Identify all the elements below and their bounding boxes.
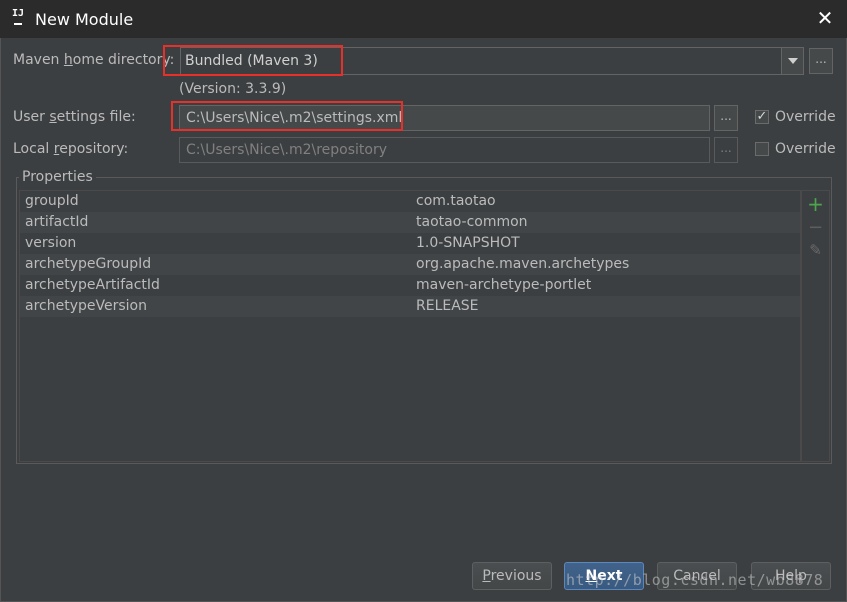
- user-settings-override-checkbox[interactable]: ✓: [755, 110, 769, 124]
- local-repo-browse-button[interactable]: ...: [714, 137, 738, 163]
- property-value: 1.0-SNAPSHOT: [416, 235, 520, 251]
- table-row[interactable]: archetypeVersion RELEASE: [20, 296, 800, 317]
- maven-home-label-mnemonic: h: [63, 52, 73, 68]
- app-icon-text: IJ: [12, 8, 25, 19]
- property-value: RELEASE: [416, 298, 479, 314]
- remove-icon[interactable]: −: [802, 217, 829, 241]
- property-key: archetypeVersion: [25, 298, 147, 314]
- property-value: taotao-common: [416, 214, 528, 230]
- local-repo-input[interactable]: C:\Users\Nice\.m2\repository: [179, 137, 710, 163]
- property-value: maven-archetype-portlet: [416, 277, 592, 293]
- maven-version-text: (Version: 3.3.9): [179, 81, 287, 97]
- chevron-down-icon[interactable]: [781, 48, 803, 74]
- property-value: org.apache.maven.archetypes: [416, 256, 630, 272]
- property-key: version: [25, 235, 77, 251]
- edit-icon[interactable]: ✎: [802, 241, 829, 265]
- user-settings-label: User settings file:: [13, 109, 136, 125]
- properties-title: Properties: [19, 169, 96, 185]
- property-key: archetypeGroupId: [25, 256, 152, 272]
- property-key: archetypeArtifactId: [25, 277, 160, 293]
- properties-table[interactable]: groupId com.taotao artifactId taotao-com…: [19, 190, 801, 462]
- maven-home-label-post: ome directory:: [72, 52, 175, 68]
- local-repo-override-checkbox[interactable]: [755, 142, 769, 156]
- local-repo-override-label: Override: [775, 141, 836, 157]
- close-icon[interactable]: ✕: [815, 8, 835, 28]
- title-bar: IJ New Module ✕: [0, 0, 847, 38]
- properties-toolbar: + − ✎: [801, 190, 830, 462]
- window-title: New Module: [35, 10, 134, 29]
- property-key: artifactId: [25, 214, 89, 230]
- local-repo-label-pre: Local: [13, 141, 54, 157]
- previous-button-mnemonic: P: [482, 568, 491, 584]
- maven-home-browse-button[interactable]: ...: [809, 48, 833, 74]
- user-settings-label-pre: User: [13, 109, 50, 125]
- table-row[interactable]: archetypeArtifactId maven-archetype-port…: [20, 275, 800, 296]
- previous-button-label: revious: [490, 568, 542, 584]
- local-repo-label-post: epository:: [59, 141, 129, 157]
- user-settings-label-post: ettings file:: [56, 109, 136, 125]
- maven-home-label: Maven home directory:: [13, 52, 174, 68]
- user-settings-browse-button[interactable]: ...: [714, 105, 738, 131]
- highlight-box-maven-home: [163, 45, 343, 76]
- table-row[interactable]: version 1.0-SNAPSHOT: [20, 233, 800, 254]
- user-settings-label-mnemonic: s: [49, 109, 57, 125]
- table-row[interactable]: archetypeGroupId org.apache.maven.archet…: [20, 254, 800, 275]
- add-icon[interactable]: +: [802, 192, 829, 216]
- intellij-app-icon: IJ: [12, 9, 26, 27]
- maven-home-label-pre: Maven: [13, 52, 64, 68]
- table-row[interactable]: groupId com.taotao: [20, 191, 800, 212]
- highlight-box-user-settings: [171, 101, 403, 131]
- property-key: groupId: [25, 193, 79, 209]
- user-settings-override-label: Override: [775, 109, 836, 125]
- watermark-text: http://blog.csdn.net/wb8878: [566, 571, 824, 589]
- table-row[interactable]: artifactId taotao-common: [20, 212, 800, 233]
- previous-button[interactable]: Previous: [472, 562, 552, 590]
- property-value: com.taotao: [416, 193, 496, 209]
- local-repo-label: Local repository:: [13, 141, 128, 157]
